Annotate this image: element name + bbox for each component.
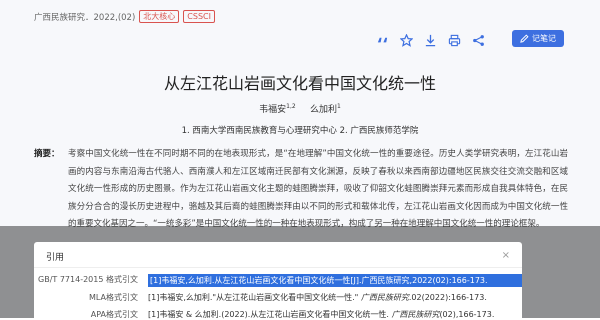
cite-dialog: 引用 × GB/T 7714-2015 格式引文 [1]韦福安,么加利.从左江花…	[34, 242, 522, 320]
citation-row-apa: APA格式引文 [1]韦福安 & 么加利.(2022).从左江花山岩画文化看中国…	[34, 309, 522, 320]
article-toolbar	[376, 34, 485, 47]
abstract: 摘要： 考察中国文化统一性在不同时期不同的在地表现形式，是“在地理解”中国文化统…	[34, 146, 568, 234]
divider	[34, 267, 522, 268]
author-link[interactable]: 韦福安1,2	[259, 103, 296, 115]
download-icon[interactable]	[424, 34, 437, 47]
dialog-title: 引用	[46, 253, 65, 263]
citation-row-mla: MLA格式引文 [1]韦福安,么加利."从左江花山岩画文化看中国文化统一性." …	[34, 292, 522, 303]
citation-format-label: APA格式引文	[90, 310, 138, 319]
share-icon[interactable]	[472, 34, 485, 47]
abstract-text: 考察中国文化统一性在不同时期不同的在地表现形式，是“在地理解”中国文化统一性的重…	[68, 149, 568, 230]
citation-format-label: GB/T 7714-2015 格式引文	[38, 275, 138, 284]
citation-format-label: MLA格式引文	[88, 293, 138, 302]
abstract-label: 摘要：	[34, 149, 60, 159]
take-note-button[interactable]: 记笔记	[512, 30, 564, 47]
author-list: 韦福安1,2 么加利1	[0, 102, 600, 115]
core-journal-badge: 北大核心	[139, 10, 180, 23]
affiliations[interactable]: 1. 西南大学西南民族教育与心理研究中心 2. 广西民族师范学院	[0, 124, 600, 136]
quote-icon[interactable]	[376, 34, 389, 47]
article-title: 从左江花山岩画文化看中国文化统一性	[163, 74, 436, 93]
star-icon[interactable]	[400, 34, 413, 47]
citation-text[interactable]: [1]韦福安 & 么加利.(2022).从左江花山岩画文化看中国文化统一性. 广…	[148, 309, 522, 320]
author-link[interactable]: 么加利1	[310, 103, 341, 115]
journal-source[interactable]: 广西民族研究．2022,(02)	[34, 11, 135, 23]
citation-text[interactable]: [1]韦福安,么加利."从左江花山岩画文化看中国文化统一性." 广西民族研究.0…	[148, 292, 522, 303]
close-icon[interactable]: ×	[502, 250, 510, 261]
journal-info: 广西民族研究．2022,(02) 北大核心 CSSCI	[34, 10, 215, 23]
print-icon[interactable]	[448, 34, 461, 47]
cssci-badge: CSSCI	[183, 10, 215, 23]
citation-text-selected[interactable]: [1]韦福安,么加利.从左江花山岩画文化看中国文化统一性[J].广西民族研究,2…	[148, 274, 522, 287]
edit-icon	[520, 34, 529, 43]
citation-row-gbt: GB/T 7714-2015 格式引文 [1]韦福安,么加利.从左江花山岩画文化…	[34, 274, 522, 287]
take-note-label: 记笔记	[532, 34, 556, 43]
